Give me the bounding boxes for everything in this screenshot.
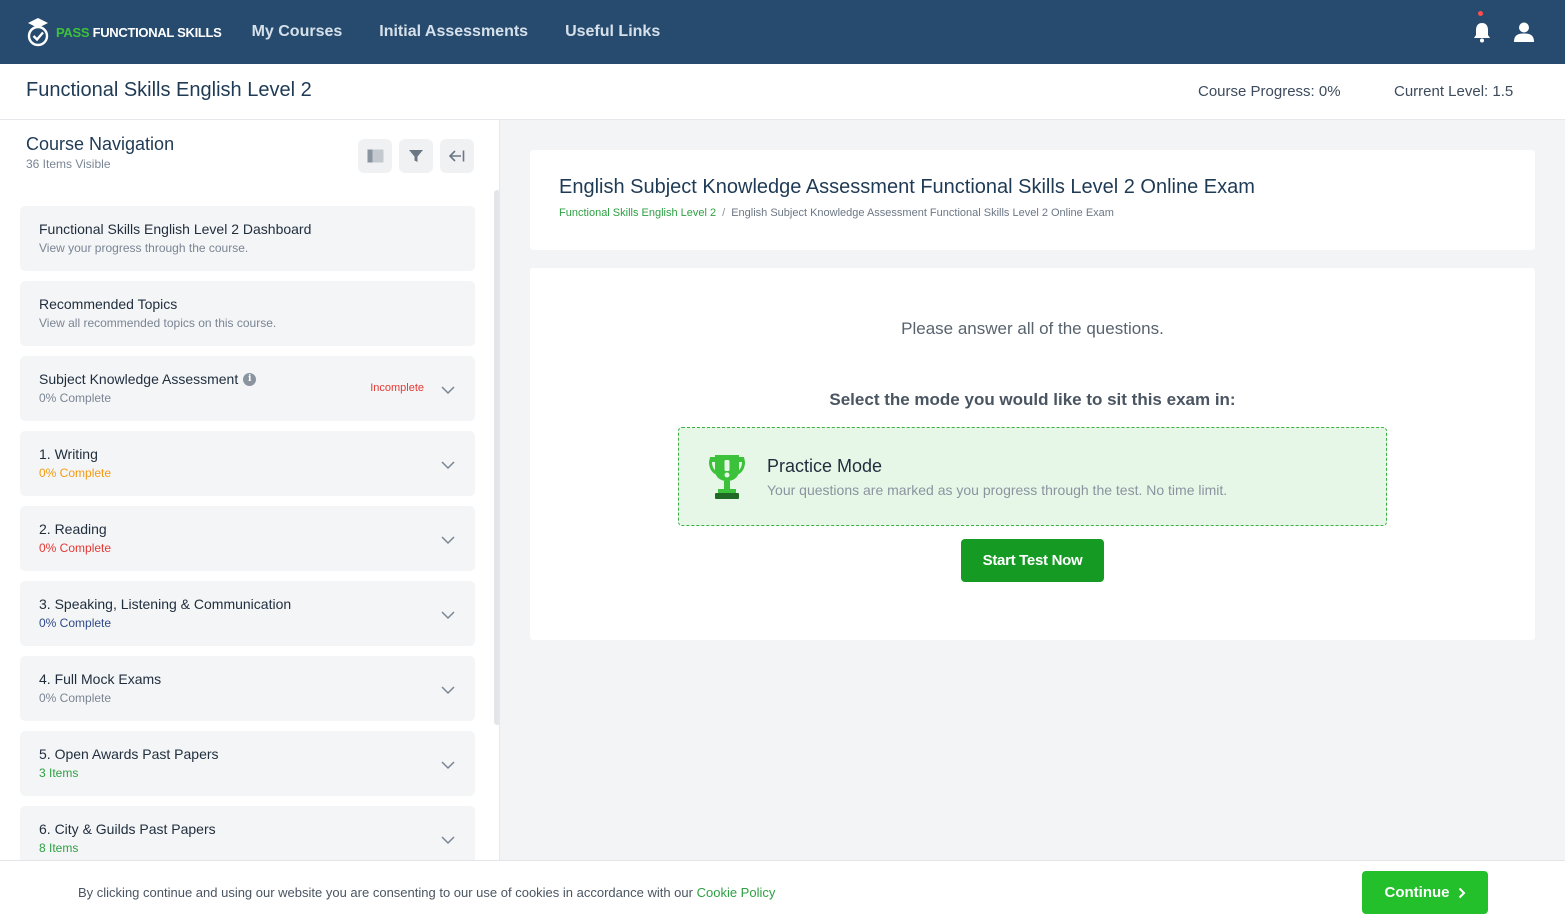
nav-right-group [1471, 0, 1535, 64]
current-level-label: Current Level: [1394, 83, 1489, 100]
sidebar-item-subtitle: 0% Complete [39, 466, 112, 480]
sidebar-item-title: 1. Writing [39, 446, 98, 462]
sidebar-item-subtitle: 0% Complete [39, 691, 112, 705]
breadcrumb-current: English Subject Knowledge Assessment Fun… [731, 207, 1114, 219]
select-mode-prompt: Select the mode you would like to sit th… [829, 390, 1236, 409]
sidebar-item-subtitle: View all recommended topics on this cour… [39, 316, 277, 330]
user-icon[interactable] [1513, 21, 1535, 43]
sidebar-item-full-mock-exams[interactable]: 4. Full Mock Exams 0% Complete [20, 656, 475, 721]
sidebar-item-subtitle: View your progress through the course. [39, 241, 249, 255]
practice-mode-option[interactable]: Practice Mode Your questions are marked … [678, 427, 1387, 526]
chevron-down-icon[interactable] [441, 682, 455, 695]
sidebar-item-subtitle: 0% Complete [39, 391, 112, 405]
exam-header-card: English Subject Knowledge Assessment Fun… [530, 150, 1535, 250]
chevron-down-icon[interactable] [441, 832, 455, 845]
sidebar-item-subtitle: 3 Items [39, 766, 79, 780]
sidebar-item-open-awards-past-papers[interactable]: 5. Open Awards Past Papers 3 Items [20, 731, 475, 796]
info-icon[interactable]: i [243, 372, 257, 386]
sidebar-item-title: Functional Skills English Level 2 Dashbo… [39, 221, 312, 237]
chevron-down-icon[interactable] [441, 532, 455, 545]
logo[interactable]: PASS FUNCTIONAL SKILLS [26, 0, 222, 64]
chevron-down-icon[interactable] [441, 607, 455, 620]
mode-title: Practice Mode [767, 456, 883, 476]
sidebar-scrollbar[interactable] [494, 190, 499, 725]
sidebar-item-dashboard[interactable]: Functional Skills English Level 2 Dashbo… [20, 206, 475, 271]
sidebar-tools [358, 139, 481, 173]
cookie-message: By clicking continue and using our websi… [78, 885, 775, 900]
logo-main: FUNCTIONAL SKILLS [92, 24, 222, 40]
chevron-right-icon [1458, 887, 1465, 898]
nav-useful-links[interactable]: Useful Links [565, 23, 660, 41]
sidebar-layout-icon [367, 149, 383, 163]
breadcrumb-course-link[interactable]: Functional Skills English Level 2 [559, 207, 716, 219]
chevron-down-icon[interactable] [441, 457, 455, 470]
sidebar-item-subtitle: 8 Items [39, 841, 79, 855]
page-title: English Subject Knowledge Assessment Fun… [559, 176, 1255, 198]
cookie-text: By clicking continue and using our websi… [78, 885, 693, 900]
collapse-sidebar-button[interactable] [440, 139, 474, 173]
sidebar-item-title: Subject Knowledge Assessment [39, 371, 239, 387]
filter-icon [409, 149, 423, 162]
chevron-down-icon[interactable] [441, 382, 455, 395]
sidebar-item-reading[interactable]: 2. Reading 0% Complete [20, 506, 475, 571]
logo-accent: PASS [56, 24, 90, 40]
course-title: Functional Skills English Level 2 [26, 79, 312, 101]
course-header: Functional Skills English Level 2 Course… [0, 64, 1565, 120]
continue-button-label: Continue [1384, 884, 1450, 901]
sidebar-item-writing[interactable]: 1. Writing 0% Complete [20, 431, 475, 496]
current-level-value: 1.5 [1492, 83, 1514, 100]
layout-toggle-button[interactable] [358, 139, 392, 173]
notification-dot [1478, 11, 1483, 16]
course-progress-value: 0% [1318, 83, 1341, 100]
nav-initial-assessments[interactable]: Initial Assessments [379, 23, 528, 41]
sidebar-item-title: 2. Reading [39, 521, 107, 537]
breadcrumb: Functional Skills English Level 2 / Englis… [559, 207, 1114, 219]
sidebar-item-title: 6. City & Guilds Past Papers [39, 821, 216, 837]
main-nav: My Courses Initial Assessments Useful Li… [252, 23, 698, 41]
sidebar-title: Course Navigation [26, 134, 175, 154]
arrow-left-bar-icon [449, 150, 465, 162]
breadcrumb-separator: / [722, 207, 726, 219]
top-navbar: PASS FUNCTIONAL SKILLS My Courses Initia… [0, 0, 1565, 64]
current-level: Current Level: 1.5 [1394, 83, 1513, 100]
exam-body-card: Please answer all of the questions. Sele… [530, 268, 1535, 640]
trophy-icon [707, 454, 747, 500]
course-progress: Course Progress: 0% [1198, 83, 1341, 100]
sidebar-item-subtitle: 0% Complete [39, 541, 112, 555]
logo-mark-icon [26, 16, 50, 48]
continue-button[interactable]: Continue [1362, 871, 1488, 914]
filter-button[interactable] [399, 139, 433, 173]
cookie-policy-link[interactable]: Cookie Policy [697, 885, 776, 900]
sidebar-item-title: 4. Full Mock Exams [39, 671, 162, 687]
sidebar-item-title: Recommended Topics [39, 296, 178, 312]
chevron-down-icon[interactable] [441, 757, 455, 770]
cookie-banner: By clicking continue and using our websi… [0, 860, 1565, 923]
status-badge: Incomplete [370, 382, 424, 394]
sidebar-item-subtitle: 0% Complete [39, 616, 112, 630]
sidebar-item-title: 5. Open Awards Past Papers [39, 746, 219, 762]
sidebar-item-speaking-listening[interactable]: 3. Speaking, Listening & Communication 0… [20, 581, 475, 646]
start-test-button[interactable]: Start Test Now [961, 539, 1104, 582]
sidebar-item-recommended-topics[interactable]: Recommended Topics View all recommended … [20, 281, 475, 346]
course-progress-label: Course Progress: [1198, 83, 1315, 100]
logo-text: PASS FUNCTIONAL SKILLS [56, 25, 222, 40]
course-navigation-sidebar: Course Navigation 36 Items Visible Funct… [0, 120, 500, 923]
nav-my-courses[interactable]: My Courses [252, 23, 343, 41]
sidebar-item-title: 3. Speaking, Listening & Communication [39, 596, 292, 612]
sidebar-item-subject-knowledge-assessment[interactable]: Subject Knowledge Assessment i 0% Complet… [20, 356, 475, 421]
sidebar-subtitle: 36 Items Visible [26, 157, 111, 171]
mode-description: Your questions are marked as you progres… [767, 482, 1228, 498]
instruction-text: Please answer all of the questions. [901, 319, 1164, 338]
bell-icon[interactable] [1471, 11, 1493, 43]
